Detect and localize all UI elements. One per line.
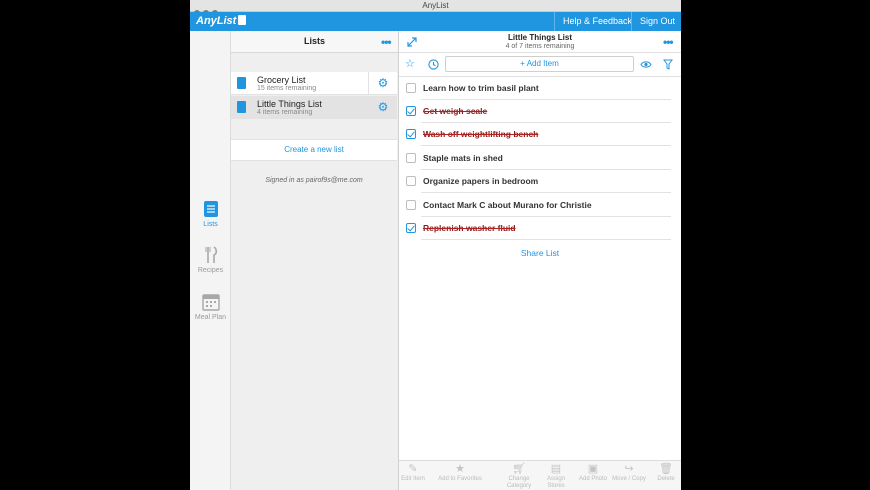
assign-stores-label: Assign Stores bbox=[546, 476, 565, 489]
list-item[interactable]: Wash off weightlifting bench bbox=[399, 123, 681, 146]
add-to-favorites-label: Add to Favorites bbox=[438, 476, 482, 482]
lists-pane-title: Lists bbox=[303, 36, 325, 46]
store-icon: ▤ bbox=[550, 463, 562, 475]
change-category-label: Change Category bbox=[506, 476, 532, 489]
list-name: Grocery List bbox=[257, 75, 306, 85]
window-titlebar: AnyList bbox=[190, 0, 681, 16]
lists-icon bbox=[203, 201, 218, 217]
left-nav: Lists Recipes Meal Plan bbox=[190, 31, 231, 490]
item-checkbox[interactable] bbox=[406, 176, 416, 186]
filter-icon[interactable] bbox=[663, 59, 673, 70]
header-divider bbox=[631, 12, 632, 31]
calendar-icon bbox=[201, 294, 220, 311]
add-to-favorites-button[interactable]: ★ Add to Favorites bbox=[431, 463, 489, 483]
item-text: Organize papers in bedroom bbox=[423, 176, 539, 186]
star-icon[interactable]: ☆ bbox=[405, 57, 415, 71]
delete-button[interactable]: 🗑︎ Delete bbox=[649, 463, 681, 483]
edit-item-label: Edit Item bbox=[401, 476, 425, 482]
nav-meal-plan-label: Meal Plan bbox=[194, 314, 227, 321]
header-divider bbox=[554, 12, 555, 31]
items-remaining: 4 of 7 items remaining bbox=[505, 43, 575, 50]
item-text: Contact Mark C about Murano for Christie bbox=[423, 200, 592, 210]
item-checkbox[interactable] bbox=[406, 83, 416, 93]
help-feedback-button[interactable]: Help & Feedback bbox=[563, 12, 632, 31]
lists-more-icon[interactable]: ••• bbox=[381, 36, 392, 48]
sign-out-button[interactable]: Sign Out bbox=[640, 12, 675, 31]
item-divider bbox=[421, 145, 671, 146]
eye-icon[interactable] bbox=[640, 60, 652, 69]
move-icon: ↪ bbox=[624, 463, 634, 475]
clock-icon[interactable] bbox=[428, 59, 439, 70]
share-list-button[interactable]: Share List bbox=[399, 248, 681, 258]
item-checkbox[interactable] bbox=[406, 223, 416, 233]
list-subtitle: 15 items remaining bbox=[257, 85, 317, 92]
assign-stores-button[interactable]: ▤ Assign Stores bbox=[539, 463, 573, 490]
window-title: AnyList bbox=[422, 1, 449, 10]
list-icon bbox=[237, 77, 246, 89]
nav-lists-label: Lists bbox=[203, 221, 218, 228]
list-title: Little Things List bbox=[508, 33, 572, 42]
list-more-icon[interactable]: ••• bbox=[663, 36, 674, 48]
item-text: Staple mats in shed bbox=[423, 153, 503, 163]
list-detail: Little Things List 4 of 7 items remainin… bbox=[399, 31, 681, 490]
photo-icon: ▣ bbox=[587, 463, 599, 475]
list-item[interactable]: Replenish washer fluid bbox=[399, 217, 681, 240]
pencil-icon: ✎ bbox=[408, 463, 418, 475]
list-toolbar: ☆ + Add Item bbox=[399, 53, 681, 77]
add-item-input[interactable]: + Add Item bbox=[445, 56, 634, 72]
item-text: Get weigh scale bbox=[423, 106, 488, 116]
app-header: AnyList Help & Feedback Sign Out bbox=[190, 12, 681, 31]
create-list-button[interactable]: Create a new list bbox=[231, 139, 397, 161]
nav-meal-plan[interactable]: Meal Plan bbox=[190, 293, 231, 321]
lists-pane: Lists ••• Grocery List 15 items remainin… bbox=[231, 31, 399, 490]
signed-in-text: Signed in as pairof9s@me.com bbox=[265, 177, 363, 184]
edit-item-button[interactable]: ✎ Edit Item bbox=[396, 463, 430, 483]
recipes-icon bbox=[205, 246, 217, 263]
item-checkbox[interactable] bbox=[406, 106, 416, 116]
list-detail-header: Little Things List 4 of 7 items remainin… bbox=[399, 31, 681, 53]
move-copy-button[interactable]: ↪ Move / Copy bbox=[612, 463, 646, 483]
item-divider bbox=[421, 192, 671, 193]
star-icon: ★ bbox=[455, 463, 465, 475]
logo-book-icon bbox=[238, 15, 247, 25]
anylist-logo: AnyList bbox=[196, 14, 247, 29]
item-text: Replenish washer fluid bbox=[423, 223, 516, 233]
cart-icon: 🛒︎ bbox=[512, 463, 526, 475]
item-checkbox[interactable] bbox=[406, 129, 416, 139]
gear-icon[interactable]: ⚙ bbox=[368, 96, 397, 119]
trash-icon: 🗑︎ bbox=[659, 463, 673, 475]
list-row-grocery[interactable]: Grocery List 15 items remaining ⚙ bbox=[231, 72, 397, 95]
list-icon bbox=[237, 101, 246, 113]
add-photo-label: Add Photo bbox=[578, 476, 608, 482]
list-name: Little Things List bbox=[257, 99, 322, 109]
item-checkbox[interactable] bbox=[406, 153, 416, 163]
lists-pane-header: Lists ••• bbox=[231, 31, 398, 53]
item-text: Learn how to trim basil plant bbox=[423, 83, 539, 93]
add-photo-button[interactable]: ▣ Add Photo bbox=[576, 463, 610, 483]
list-row-little-things[interactable]: Little Things List 4 items remaining ⚙ bbox=[231, 96, 397, 119]
change-category-button[interactable]: 🛒︎ Change Category bbox=[502, 463, 536, 490]
logo-text: AnyList bbox=[196, 15, 237, 27]
app-window: AnyList AnyList Help & Feedback Sign Out… bbox=[190, 0, 681, 490]
nav-recipes[interactable]: Recipes bbox=[190, 246, 231, 274]
delete-label: Delete bbox=[657, 476, 675, 482]
list-subtitle: 4 items remaining bbox=[257, 109, 313, 116]
item-checkbox[interactable] bbox=[406, 200, 416, 210]
list-item[interactable]: Staple mats in shed bbox=[399, 147, 681, 170]
item-divider bbox=[421, 239, 671, 240]
list-item[interactable]: Learn how to trim basil plant bbox=[399, 77, 681, 100]
nav-recipes-label: Recipes bbox=[197, 267, 224, 274]
item-action-toolbar: ✎ Edit Item ★ Add to Favorites 🛒︎ Change Ca… bbox=[399, 460, 681, 490]
list-item[interactable]: Get weigh scale bbox=[399, 100, 681, 123]
item-text: Wash off weightlifting bench bbox=[423, 129, 539, 139]
move-copy-label: Move / Copy bbox=[612, 476, 646, 482]
list-item[interactable]: Contact Mark C about Murano for Christie bbox=[399, 194, 681, 217]
nav-lists[interactable]: Lists bbox=[190, 200, 231, 228]
gear-icon[interactable]: ⚙ bbox=[368, 72, 397, 95]
list-item[interactable]: Organize papers in bedroom bbox=[399, 170, 681, 193]
